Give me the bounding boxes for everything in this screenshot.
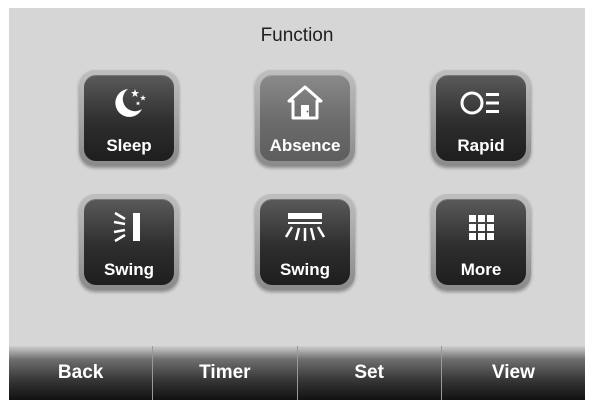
vertical-swing-button[interactable]: Swing — [79, 194, 179, 290]
horizontal-swing-icon — [255, 207, 355, 247]
back-button[interactable]: Back — [9, 346, 154, 400]
page-title: Function — [260, 25, 334, 46]
set-button[interactable]: Set — [297, 346, 442, 400]
vertical-swing-label: Swing — [103, 260, 155, 279]
more-button[interactable]: More — [431, 194, 531, 290]
view-button[interactable]: View — [441, 346, 585, 400]
grid-icon — [431, 207, 531, 247]
function-panel — [9, 8, 585, 346]
ac-controller-screen: Function Sleep Absence Rapid Swing Swing… — [0, 0, 594, 400]
absence-label: Absence — [269, 136, 341, 155]
timer-button[interactable]: Timer — [153, 346, 298, 400]
absence-button[interactable]: Absence — [255, 70, 355, 166]
sleep-button[interactable]: Sleep — [79, 70, 179, 166]
rapid-button[interactable]: Rapid — [431, 70, 531, 166]
sleep-label: Sleep — [106, 136, 152, 155]
rapid-icon — [431, 83, 531, 123]
horizontal-swing-button[interactable]: Swing — [255, 194, 355, 290]
bottom-nav-bar: Back Timer Set View — [9, 346, 585, 400]
rapid-label: Rapid — [457, 136, 505, 155]
moon-stars-icon — [79, 83, 179, 123]
vertical-swing-icon — [79, 207, 179, 247]
more-label: More — [460, 260, 502, 279]
horizontal-swing-label: Swing — [279, 260, 331, 279]
house-icon — [255, 83, 355, 123]
